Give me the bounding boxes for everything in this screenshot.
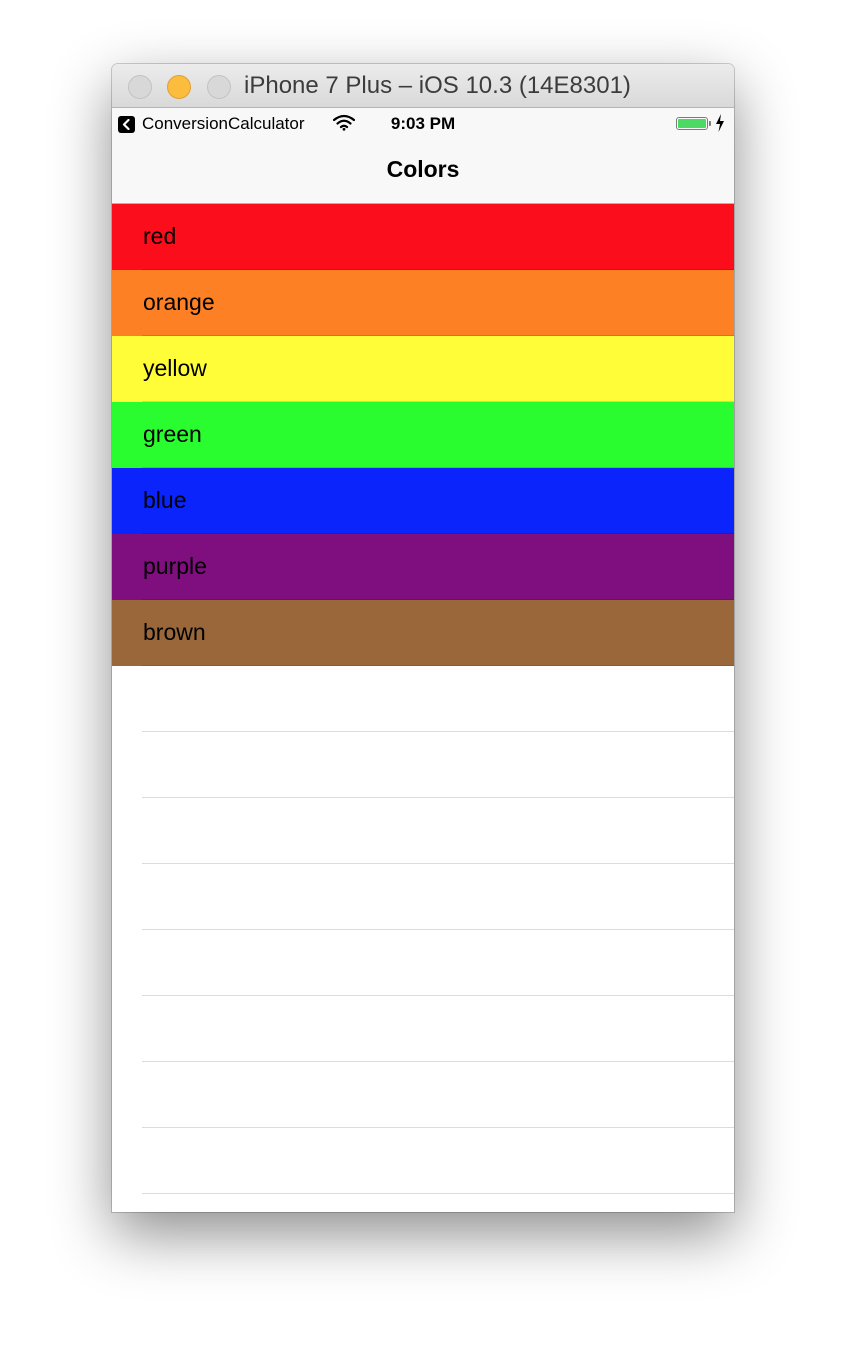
minimize-window-button[interactable]	[167, 75, 191, 99]
empty-row	[112, 1194, 734, 1212]
row-label: yellow	[143, 355, 207, 381]
row-label: red	[143, 223, 177, 249]
page-title: Colors	[386, 156, 460, 182]
table-row[interactable]: orange	[112, 270, 734, 336]
device-screen: ConversionCalculator 9:03 PM Colors red …	[112, 108, 734, 1212]
empty-row	[112, 666, 734, 732]
lightning-bolt-icon	[715, 114, 725, 137]
empty-row	[112, 798, 734, 864]
empty-row	[112, 996, 734, 1062]
zoom-window-button[interactable]	[207, 75, 231, 99]
battery-level	[678, 119, 706, 128]
row-label: brown	[143, 619, 206, 645]
table-row[interactable]: red	[112, 204, 734, 270]
row-label: purple	[143, 553, 207, 579]
row-label: green	[143, 421, 202, 447]
table-row[interactable]: blue	[112, 468, 734, 534]
row-label: orange	[143, 289, 215, 315]
table-row[interactable]: purple	[112, 534, 734, 600]
window-title: iPhone 7 Plus – iOS 10.3 (14E8301)	[244, 72, 631, 99]
empty-row	[112, 732, 734, 798]
table-row[interactable]: brown	[112, 600, 734, 666]
table-row[interactable]: green	[112, 402, 734, 468]
battery-icon	[676, 117, 708, 130]
status-time: 9:03 PM	[390, 114, 456, 133]
battery-tip	[709, 121, 711, 126]
simulator-window: iPhone 7 Plus – iOS 10.3 (14E8301) Conve…	[112, 64, 734, 1212]
empty-row	[112, 1062, 734, 1128]
empty-row	[112, 930, 734, 996]
empty-row	[112, 1128, 734, 1194]
window-titlebar[interactable]: iPhone 7 Plus – iOS 10.3 (14E8301)	[112, 64, 734, 108]
empty-row	[112, 864, 734, 930]
colors-table[interactable]: red orange yellow green blue purple brown	[112, 204, 734, 1212]
table-row[interactable]: yellow	[112, 336, 734, 402]
status-bar: ConversionCalculator 9:03 PM	[112, 108, 734, 138]
close-window-button[interactable]	[128, 75, 152, 99]
navigation-bar: Colors	[112, 138, 734, 204]
row-label: blue	[143, 487, 187, 513]
